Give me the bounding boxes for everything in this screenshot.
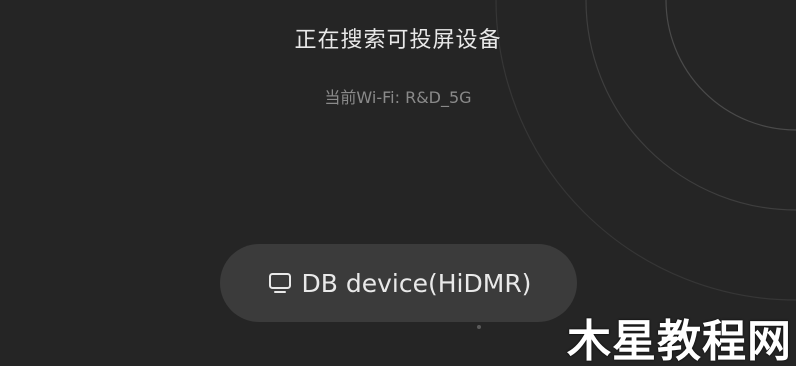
watermark: 木星教程网 (567, 316, 792, 366)
current-wifi-label: 当前Wi-Fi: R&D_5G (324, 88, 472, 107)
cast-search-screen: 正在搜索可投屏设备 当前Wi-Fi: R&D_5G DB device(HiDM… (0, 0, 796, 366)
tv-icon (266, 269, 294, 297)
page-indicator-dot (477, 325, 481, 329)
device-name: DB device(HiDMR) (301, 268, 532, 298)
device-item-db-device[interactable]: DB device(HiDMR) (220, 244, 577, 322)
search-status-title: 正在搜索可投屏设备 (294, 28, 502, 53)
